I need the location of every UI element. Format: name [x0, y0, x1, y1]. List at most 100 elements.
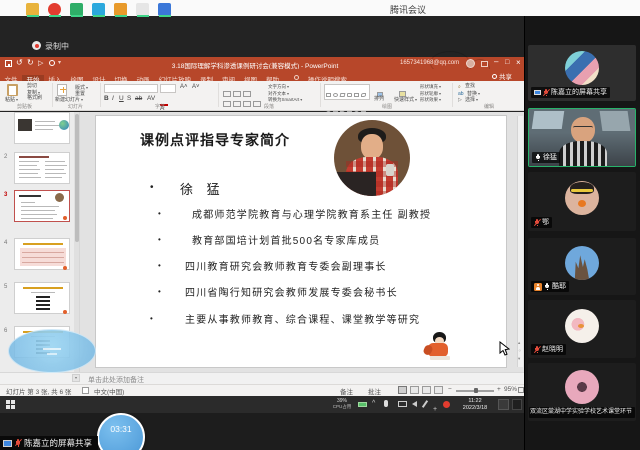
recording-icon — [32, 41, 41, 50]
new-slide-icon[interactable] — [57, 84, 67, 96]
expert-name: 徐 猛 — [180, 182, 225, 197]
action-center-icon[interactable] — [512, 399, 522, 410]
fit-to-window-icon[interactable] — [518, 387, 524, 393]
zoom-in-button[interactable]: + — [497, 386, 501, 393]
input-method-icon[interactable] — [498, 399, 509, 410]
select-button[interactable]: 选择 — [465, 97, 478, 104]
normal-view-button[interactable] — [398, 386, 407, 394]
reading-view-button[interactable] — [422, 386, 431, 394]
notes-placeholder[interactable]: 单击此处添加备注 — [88, 375, 144, 385]
comments-toggle[interactable]: 批注 — [368, 386, 381, 396]
redo-icon[interactable]: ↻ — [27, 58, 34, 67]
slide-thumbnail-5[interactable] — [14, 282, 70, 314]
find-button[interactable]: 查找 — [465, 83, 475, 90]
shapes-gallery[interactable] — [324, 84, 370, 115]
user-icon[interactable] — [49, 60, 55, 66]
share-button[interactable]: 共享 — [492, 71, 512, 81]
slideshow-view-button[interactable] — [434, 386, 443, 394]
minimize-button[interactable]: – — [494, 57, 498, 66]
slide-scrollbar[interactable] — [517, 116, 523, 367]
status-bar — [0, 384, 524, 396]
slide-thumbnail-2[interactable] — [14, 152, 70, 184]
thumbnail-number: 6 — [4, 328, 8, 334]
muted-mic-icon — [534, 218, 540, 227]
save-icon[interactable] — [5, 60, 12, 67]
start-button-icon[interactable] — [6, 400, 10, 404]
battery-icon — [358, 402, 367, 407]
floating-assist-bubble[interactable] — [8, 329, 96, 373]
participant-tile-6[interactable]: 双流区棠湖中学实验学校艺术课堂环节 — [528, 363, 636, 421]
shape-effects-button[interactable]: 形状效果 — [420, 97, 441, 103]
start-slideshow-icon[interactable]: ▷ — [38, 59, 43, 67]
shape-outline-button[interactable]: 形状轮廓 — [420, 91, 441, 97]
undo-icon[interactable]: ↺ — [16, 58, 23, 67]
screen-share-banner[interactable]: 陈嘉立的屏幕共享 — [0, 436, 99, 450]
zoom-out-button[interactable]: − — [448, 386, 452, 393]
thumbnail-number: 2 — [4, 154, 8, 160]
italic-button[interactable]: I — [112, 95, 114, 102]
previous-slide-button[interactable]: ▴ — [518, 340, 520, 346]
align-text-button[interactable]: 对齐文本 — [268, 91, 289, 97]
format-painter-button[interactable]: 格式刷 — [27, 95, 42, 102]
thumb-table-graphic — [20, 248, 66, 266]
qat-dropdown-icon[interactable]: ▾ — [58, 59, 61, 66]
notes-toggle[interactable]: 备注 — [340, 386, 353, 396]
zoom-slider-thumb[interactable] — [474, 388, 478, 393]
thumb-scroll-down-button[interactable]: ▾ — [72, 374, 80, 382]
thumb-photo-graphic — [55, 193, 64, 202]
tray-display-icon[interactable] — [398, 401, 407, 407]
slide-sorter-view-button[interactable] — [410, 386, 419, 394]
tray-speaker-icon[interactable] — [412, 401, 417, 407]
participant-namebar: 赵晓明 — [531, 344, 566, 355]
slide-thumbnail-3[interactable] — [14, 190, 70, 222]
participant-tile-3[interactable]: 鄂 — [528, 172, 636, 231]
cut-button[interactable]: 剪切 — [27, 83, 37, 90]
font-name-input[interactable] — [104, 84, 158, 93]
strikethrough-button[interactable]: ab — [135, 95, 142, 102]
participant-tile-4[interactable]: 酷耶 — [528, 238, 636, 295]
shrink-font-icon[interactable]: A˅ — [192, 84, 200, 90]
tray-expand-icon[interactable]: ^ — [372, 400, 375, 407]
spellcheck-icon[interactable] — [82, 387, 89, 394]
close-button[interactable]: × — [516, 58, 521, 67]
zoom-level[interactable]: 95% — [504, 386, 517, 393]
grow-font-icon[interactable]: A˄ — [180, 84, 188, 90]
replace-icon: ab — [458, 90, 464, 97]
text-direction-button[interactable]: 文字方向 — [268, 84, 289, 90]
mouse-cursor — [499, 341, 510, 356]
zoom-slider-track[interactable] — [456, 388, 494, 393]
bold-button[interactable]: B — [104, 95, 109, 102]
tray-meeting-icon[interactable] — [443, 401, 450, 408]
shape-fill-button[interactable]: 形状填充 — [420, 84, 441, 90]
participant-tile-5[interactable]: 赵晓明 — [528, 300, 636, 358]
font-size-input[interactable] — [160, 84, 176, 93]
language-indicator[interactable]: 中文(中国) — [94, 386, 124, 396]
cpu-widget[interactable]: 39% CPU占用 — [328, 398, 356, 409]
clock-widget[interactable]: 11:22 2022/3/18 — [455, 398, 495, 411]
quick-styles-icon[interactable] — [398, 85, 410, 97]
ribbon-display-options-icon[interactable] — [481, 60, 488, 67]
align-icons[interactable] — [222, 95, 262, 113]
participant-tile-sharer[interactable]: 陈嘉立的屏幕共享 — [528, 45, 636, 101]
next-slide-button[interactable]: ▾ — [518, 356, 520, 362]
participant-name: 陈嘉立的屏幕共享 — [551, 89, 607, 96]
account-avatar[interactable] — [466, 58, 475, 68]
paste-icon[interactable] — [7, 84, 18, 96]
account-email[interactable]: 1657341968@qq.com — [400, 60, 459, 66]
arrange-button[interactable]: 排列 — [374, 96, 384, 103]
quick-styles-button[interactable]: 快速样式 — [394, 97, 417, 104]
char-spacing-icon[interactable]: AV — [147, 95, 155, 102]
slide-thumbnail-4[interactable] — [14, 238, 70, 270]
smartart-button[interactable]: 转换为SmartArt — [268, 97, 302, 103]
reset-button[interactable]: 重置 — [75, 91, 85, 98]
bullet-dot: • — [158, 261, 161, 270]
restore-button[interactable]: □ — [505, 59, 509, 66]
shadow-button[interactable]: S — [127, 95, 131, 102]
arrange-icon[interactable] — [376, 85, 386, 97]
slide-thumbnail-1[interactable] — [14, 112, 70, 144]
bullet-dot: • — [150, 182, 154, 193]
underline-button[interactable]: U — [119, 95, 124, 102]
tray-mic-icon[interactable] — [384, 400, 388, 407]
participant-tile-speaker[interactable]: 徐猛 — [528, 108, 636, 167]
scrollbar-thumb[interactable] — [74, 114, 79, 242]
